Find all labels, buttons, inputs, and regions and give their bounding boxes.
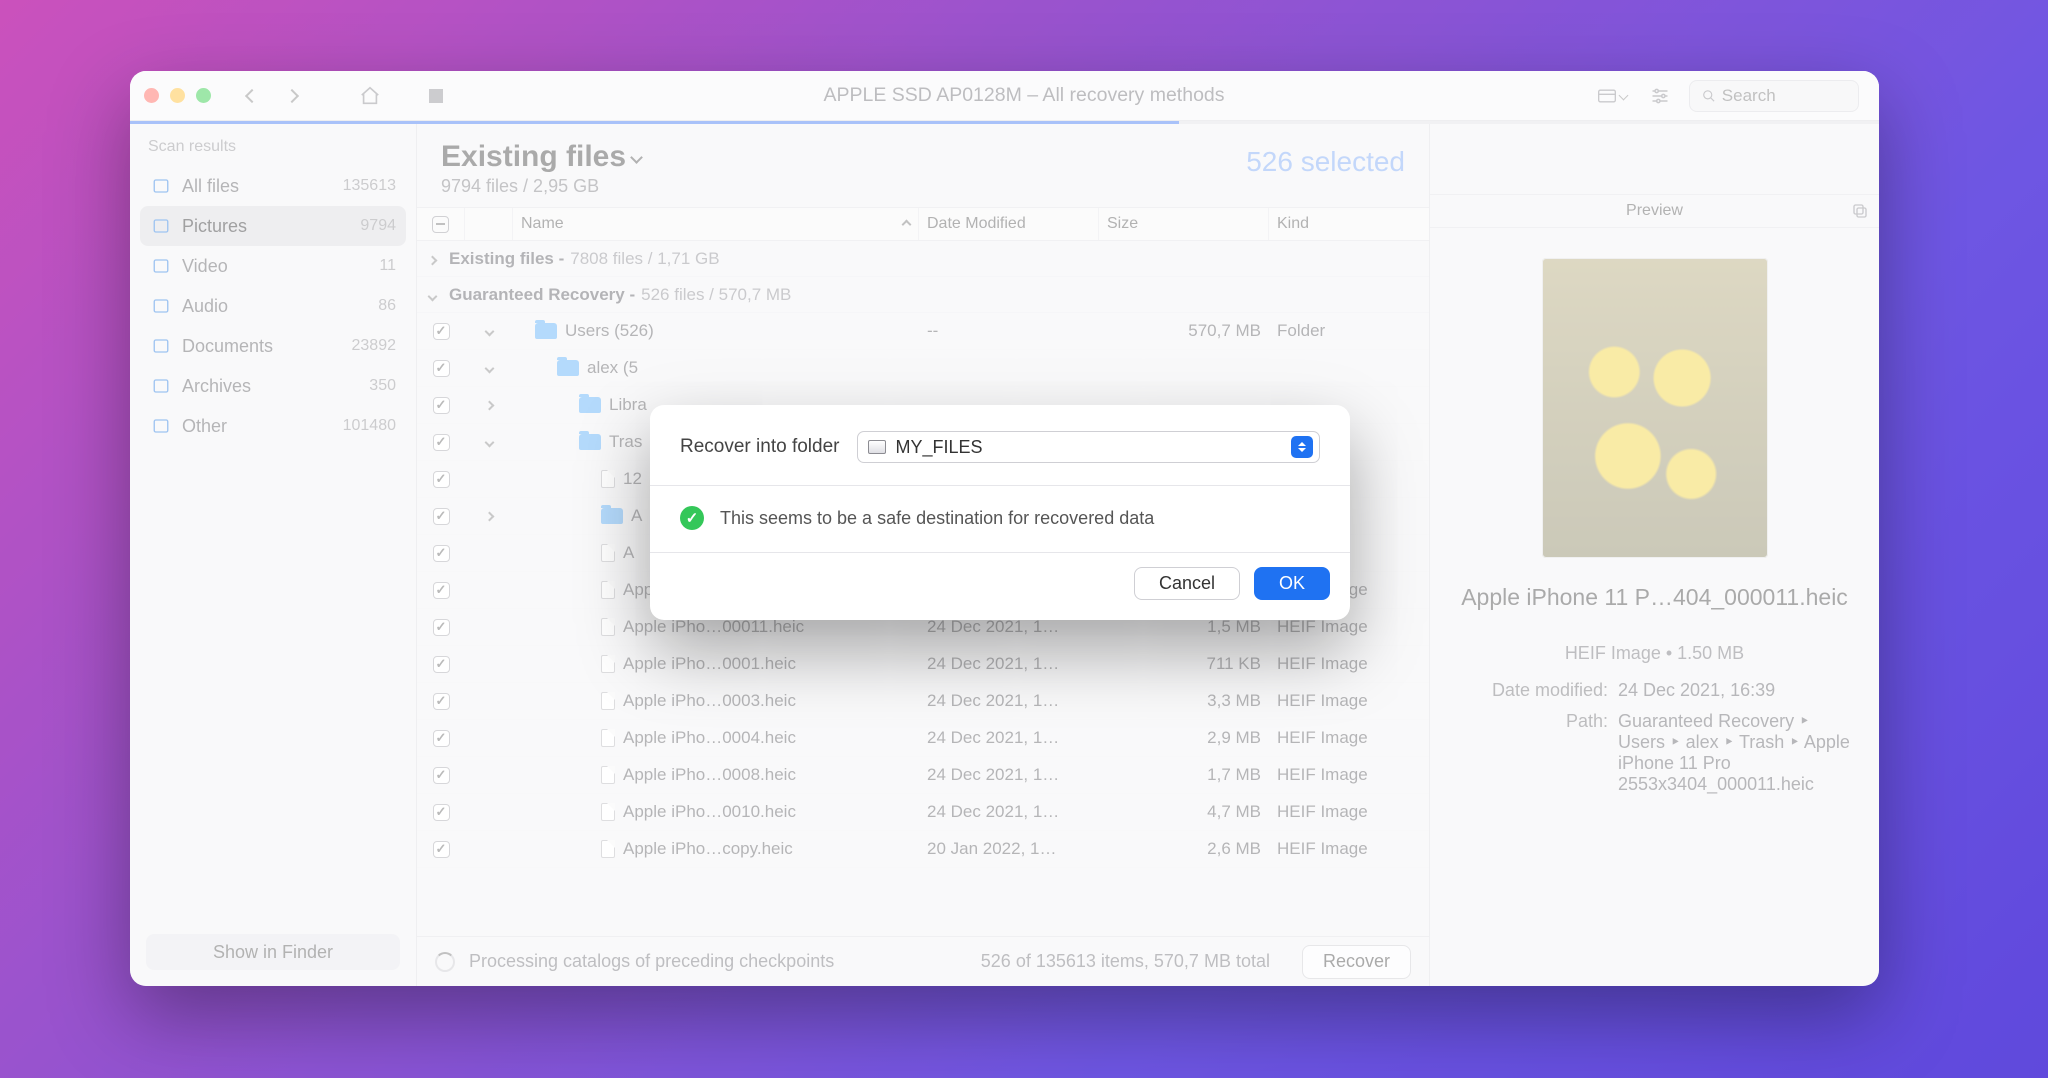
cancel-button[interactable]: Cancel <box>1134 567 1240 600</box>
combobox-stepper-icon <box>1291 436 1313 458</box>
dialog-message: This seems to be a safe destination for … <box>720 508 1154 529</box>
recover-destination-dialog: Recover into folder MY_FILES ✓ This seem… <box>650 405 1350 620</box>
checkmark-icon: ✓ <box>680 506 704 530</box>
drive-icon <box>868 440 886 454</box>
destination-combobox[interactable]: MY_FILES <box>857 431 1320 463</box>
dialog-label: Recover into folder <box>680 436 839 458</box>
destination-value: MY_FILES <box>895 437 1282 458</box>
ok-button[interactable]: OK <box>1254 567 1330 600</box>
